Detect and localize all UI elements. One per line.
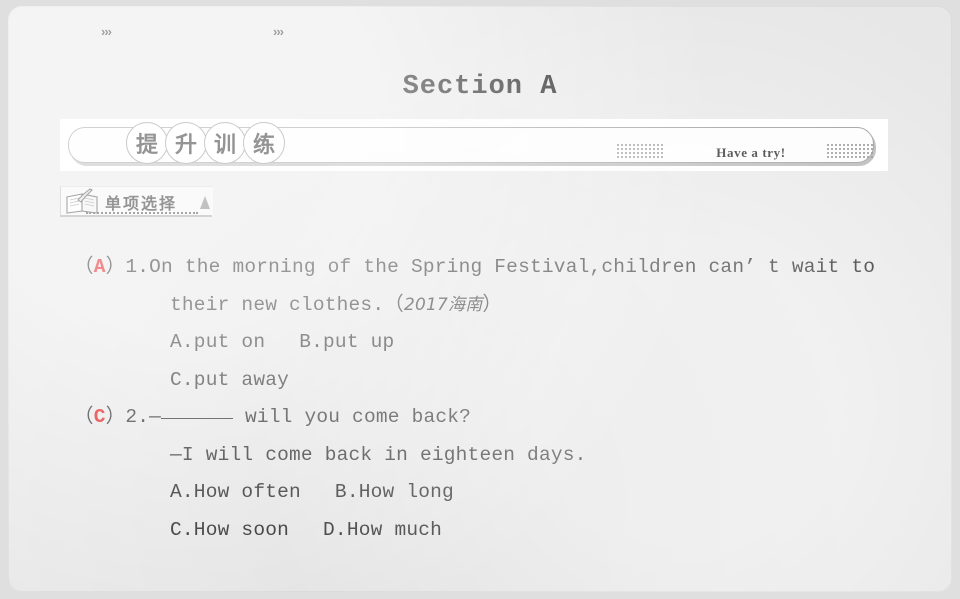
subsection-dotted-rule [86, 212, 198, 214]
q1-option-c[interactable]: C.put away [170, 369, 289, 391]
q1-stem-text-1: On the morning of the Spring Festival,ch… [149, 256, 876, 278]
q1-paren-open: （ [74, 256, 94, 278]
question-1-options-row-1: A.put on B.put up [74, 324, 934, 362]
q2-option-b[interactable]: B.How long [335, 481, 454, 503]
question-2-options-row-2: C.How soon D.How much [74, 512, 934, 550]
page-title: Section A [402, 72, 558, 102]
chevron-right-icon: ››› [273, 24, 284, 39]
q2-paren-open: （ [74, 406, 94, 428]
q1-option-a[interactable]: A.put on [170, 331, 265, 353]
q1-paren-close: ） [105, 256, 126, 278]
dot-grid-left-icon [616, 143, 664, 159]
subsection-label: 单项选择 [105, 194, 178, 213]
q2-number: 2. [125, 406, 150, 428]
q2-option-c[interactable]: C.How soon [170, 519, 289, 541]
q1-number: 1. [125, 256, 150, 278]
question-list: （A）1.On the morning of the Spring Festiv… [74, 249, 934, 549]
slide-canvas: Section A ››› ››› 提 升 训 练 Have a try! 单项… [8, 6, 952, 592]
banner-circle-char-1: 提 [126, 122, 168, 164]
q2-paren-close: ） [105, 406, 126, 428]
q2-space-1 [233, 406, 245, 428]
q1-answer: A [93, 256, 106, 278]
question-2-stem-line-1: （C）2.— will you come back? [74, 399, 934, 437]
q1-source: 2017海南 [403, 294, 483, 315]
banner-circle-group: 提 升 训 练 [126, 122, 285, 164]
q2-stem-text-1: will you come back? [244, 406, 472, 428]
q2-stem-text-2: —I will come back in eighteen days. [170, 443, 587, 466]
banner-circle-char-2: 升 [165, 122, 207, 164]
question-1-stem-line-2: their new clothes.（2017海南） [74, 287, 934, 325]
have-a-try-label: Have a try! [716, 145, 786, 160]
question-1-options-row-2: C.put away [74, 362, 934, 400]
banner-circle-char-3: 训 [204, 122, 246, 164]
question-2-stem-line-2: —I will come back in eighteen days. [74, 437, 934, 475]
subsection-arrow-icon [200, 196, 210, 209]
dot-grid-right-icon [826, 143, 874, 159]
q2-dash: — [149, 406, 162, 428]
q2-blank-field[interactable] [161, 418, 234, 419]
q1-stem-text-2b: ） [482, 293, 503, 316]
q1-stem-text-2a: their new clothes.（ [170, 293, 404, 316]
q2-answer: C [93, 406, 106, 428]
q2-option-a[interactable]: A.How often [170, 481, 301, 503]
q2-option-d[interactable]: D.How much [323, 519, 442, 541]
subsection-solid-rule [60, 215, 212, 217]
banner-circle-char-4: 练 [243, 122, 285, 164]
chevron-left-icon: ››› [101, 24, 112, 39]
book-quill-icon [66, 188, 98, 214]
question-1-stem-line-1: （A）1.On the morning of the Spring Festiv… [74, 249, 934, 287]
question-2-options-row-1: A.How often B.How long [74, 474, 934, 512]
q1-option-b[interactable]: B.put up [299, 331, 394, 353]
